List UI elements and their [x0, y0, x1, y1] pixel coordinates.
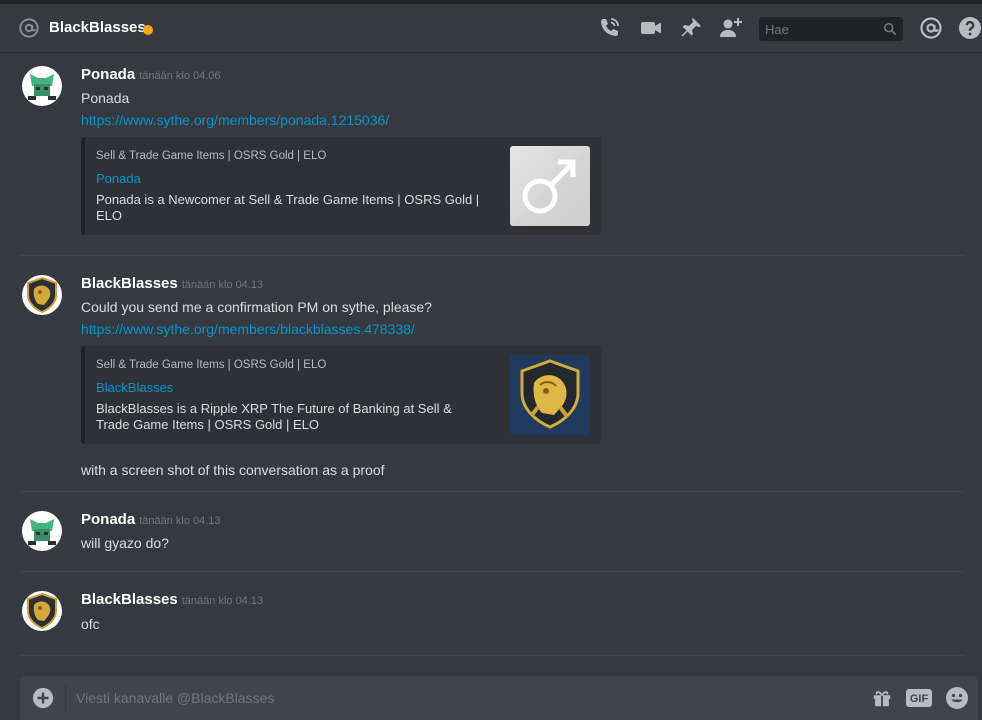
add-friend-icon[interactable]	[719, 16, 743, 40]
composer-separator	[65, 684, 66, 712]
gift-icon[interactable]	[871, 686, 893, 710]
link-embed: Sell & Trade Game Items | OSRS Gold | EL…	[81, 346, 601, 444]
embed-title[interactable]: Ponada	[96, 171, 141, 186]
avatar[interactable]	[22, 275, 62, 315]
link-embed: Sell & Trade Game Items | OSRS Gold | EL…	[81, 137, 601, 235]
pin-icon[interactable]	[679, 16, 703, 40]
timestamp: tänään klo 04.13	[139, 515, 221, 527]
plus-icon[interactable]	[32, 687, 54, 709]
call-icon[interactable]	[597, 16, 621, 40]
author-name[interactable]: Ponada	[81, 511, 135, 528]
embed-description: Ponada is a Newcomer at Sell & Trade Gam…	[96, 192, 480, 223]
message-divider	[20, 255, 965, 256]
embed-thumbnail[interactable]	[510, 355, 590, 435]
avatar[interactable]	[22, 66, 62, 106]
author-name[interactable]: BlackBlasses	[81, 591, 178, 608]
at-icon	[19, 18, 39, 38]
embed-title[interactable]: BlackBlasses	[96, 380, 173, 395]
message-divider	[20, 571, 965, 572]
avatar-ponada-icon	[22, 66, 62, 106]
embed-thumbnail[interactable]	[510, 146, 590, 226]
channel-header: BlackBlasses Hae	[0, 4, 982, 53]
author-name[interactable]: Ponada	[81, 66, 135, 83]
timestamp: tänään klo 04.13	[181, 279, 264, 291]
message-text: with a screen shot of this conversation …	[81, 462, 385, 478]
message-text: Could you send me a confirmation PM on s…	[81, 299, 432, 315]
timestamp: tänään klo 04.13	[181, 595, 264, 607]
message-header: BlackBlasses tänään klo 04.13	[81, 591, 263, 608]
mention-icon[interactable]	[919, 16, 943, 40]
message-header: Ponada tänään klo 04.13	[81, 511, 221, 528]
message-list[interactable]: Ponada tänään klo 04.06 Ponada https://ww…	[0, 54, 982, 670]
message-link[interactable]: https://www.sythe.org/members/ponada.121…	[81, 112, 389, 128]
message-divider	[20, 491, 965, 492]
message-text: Ponada	[81, 90, 130, 106]
gold-lion-crest-icon	[510, 355, 590, 435]
search-icon	[883, 22, 897, 36]
gif-label: GIF	[909, 693, 929, 705]
message-header: Ponada tänään klo 04.06	[81, 66, 221, 83]
message-text: will gyazo do?	[81, 535, 169, 551]
timestamp: tänään klo 04.06	[139, 70, 221, 82]
search-placeholder: Hae	[765, 22, 789, 37]
avatar-ponada-icon	[22, 511, 62, 551]
help-icon[interactable]	[958, 16, 982, 40]
embed-provider[interactable]: Sell & Trade Game Items | OSRS Gold | EL…	[96, 359, 326, 371]
avatar[interactable]	[22, 591, 62, 631]
channel-title: BlackBlasses	[49, 19, 146, 36]
emoji-icon[interactable]	[945, 686, 969, 710]
message-composer: Viesti kanavalle @BlackBlasses GIF	[20, 676, 978, 720]
embed-description: BlackBlasses is a Ripple XRP The Future …	[96, 401, 452, 432]
message-text: ofc	[81, 616, 100, 632]
male-symbol-icon	[510, 146, 590, 226]
embed-provider[interactable]: Sell & Trade Game Items | OSRS Gold | EL…	[96, 150, 326, 162]
video-icon[interactable]	[639, 16, 663, 40]
avatar-lion-crest-icon	[22, 591, 62, 631]
message-input[interactable]: Viesti kanavalle @BlackBlasses	[76, 690, 274, 706]
gif-icon[interactable]: GIF	[906, 689, 932, 707]
avatar[interactable]	[22, 511, 62, 551]
message-header: BlackBlasses tänään klo 04.13	[81, 275, 263, 292]
status-indicator	[143, 25, 153, 35]
avatar-lion-crest-icon	[22, 275, 62, 315]
author-name[interactable]: BlackBlasses	[81, 275, 178, 292]
message-link[interactable]: https://www.sythe.org/members/blackblass…	[81, 321, 415, 337]
search-box[interactable]: Hae	[759, 17, 903, 41]
message-divider	[20, 655, 965, 656]
